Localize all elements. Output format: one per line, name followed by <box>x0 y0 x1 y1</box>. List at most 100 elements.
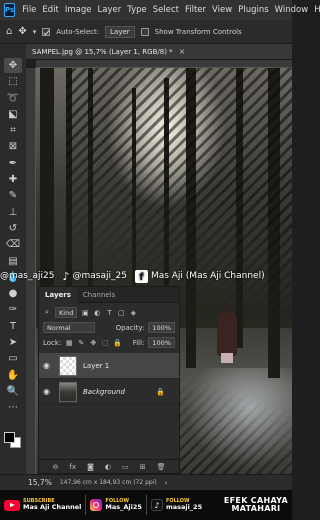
filter-kind-dropdown[interactable]: Kind <box>55 307 78 318</box>
layer-name: Background <box>83 387 125 396</box>
lock-transparent-icon[interactable]: ▦ <box>65 339 73 347</box>
layer-row-background[interactable]: ◉ Background 🔒 <box>39 379 179 405</box>
tiktok-account: masaji_25 <box>165 503 203 512</box>
lock-artboard-icon[interactable]: ⬚ <box>101 339 109 347</box>
tiktok-block: ♪ FOLLOW masaji_25 <box>150 498 203 512</box>
filter-pixel-icon[interactable]: ▣ <box>81 309 89 317</box>
group-icon[interactable]: ▭ <box>122 463 129 471</box>
tab-layers[interactable]: Layers <box>39 286 77 303</box>
fx-icon[interactable]: fx <box>69 463 76 471</box>
opacity-input[interactable]: 100% <box>148 322 175 333</box>
auto-select-label: Auto-Select: <box>56 27 100 36</box>
move-tool-icon[interactable]: ✥ <box>4 58 22 74</box>
document-size-info: 147,96 cm x 184,93 cm (72 ppi) <box>59 479 157 486</box>
menu-layer[interactable]: Layer <box>95 5 125 15</box>
lock-icon: 🔒 <box>156 387 165 396</box>
show-transform-label: Show Transform Controls <box>154 27 242 36</box>
youtube-channel: Mas Aji Channel <box>23 503 82 512</box>
menu-select[interactable]: Select <box>150 5 182 15</box>
spot-heal-tool-icon[interactable]: ✚ <box>4 172 22 187</box>
fill-input[interactable]: 100% <box>148 337 175 348</box>
lock-pixels-icon[interactable]: ✎ <box>77 339 85 347</box>
document-title: SAMPEL.jpg @ 15,7% (Layer 1, RGB/8) * <box>32 47 173 56</box>
zoom-level[interactable]: 15,7% <box>28 478 52 487</box>
crop-tool-icon[interactable]: ⌗ <box>4 123 22 138</box>
lock-all-icon[interactable]: 🔒 <box>113 339 122 347</box>
rectangle-tool-icon[interactable]: ▭ <box>4 351 22 366</box>
filter-shape-icon[interactable]: ▢ <box>117 309 125 317</box>
lock-label: Lock: <box>43 338 62 347</box>
photoshop-logo-icon: Ps <box>4 3 16 17</box>
menu-window[interactable]: Window <box>272 5 312 15</box>
eraser-tool-icon[interactable]: ⌫ <box>4 237 22 252</box>
menu-edit[interactable]: Edit <box>39 5 61 15</box>
social-overlay: @mas_aji25 ♪ @masaji_25 f Mas Aji (Mas A… <box>0 266 292 286</box>
frame-tool-icon[interactable]: ⊠ <box>4 139 22 154</box>
menu-plugins[interactable]: Plugins <box>235 5 271 15</box>
tiktok-icon: ♪ <box>150 499 163 511</box>
banner-divider <box>145 495 147 515</box>
move-tool-icon[interactable]: ✥ <box>18 26 26 37</box>
layers-panel: Layers Channels ⌕ Kind ▣ ◐ T ▢ ◈ Normal … <box>38 286 180 474</box>
layer-thumbnail <box>59 381 77 402</box>
menu-help[interactable]: Help <box>311 5 320 15</box>
instagram-icon <box>90 499 103 511</box>
status-menu-arrow[interactable]: › <box>165 479 168 487</box>
fill-label: Fill: <box>132 338 145 347</box>
dodge-tool-icon[interactable]: ● <box>4 286 22 301</box>
menu-file[interactable]: File <box>19 5 39 15</box>
menu-type[interactable]: Type <box>124 5 150 15</box>
mask-icon[interactable]: ◙ <box>87 463 94 471</box>
adjustment-icon[interactable]: ◐ <box>105 463 111 471</box>
horizontal-ruler <box>36 60 292 68</box>
facebook-handle-text: Mas Aji (Mas Aji Channel) <box>150 271 265 281</box>
layers-panel-tabs: Layers Channels <box>39 286 179 303</box>
chevron-down-icon[interactable]: ▾ <box>33 28 37 36</box>
layers-panel-footer: ⊖ fx ◙ ◐ ▭ ⊞ 🗑 <box>39 459 179 473</box>
object-select-tool-icon[interactable]: ⬕ <box>4 107 22 122</box>
menu-image[interactable]: Image <box>62 5 95 15</box>
tools-panel: ✥ ⬚ ➰ ⬕ ⌗ ⊠ ✒ ✚ ✎ ⊥ ↺ ⌫ ▤ 💧 ● ✑ T ➤ ▭ ✋ … <box>0 44 26 474</box>
status-bar: 15,7% 147,96 cm x 184,93 cm (72 ppi) › <box>0 474 292 490</box>
tiktok-handle-text: @masaji_25 <box>72 271 127 281</box>
link-icon[interactable]: ⊖ <box>53 463 59 471</box>
trash-icon[interactable]: 🗑 <box>157 463 166 471</box>
menu-filter[interactable]: Filter <box>182 5 209 15</box>
menu-view[interactable]: View <box>209 5 235 15</box>
blend-opacity-row: Normal Opacity: 100% <box>39 320 179 335</box>
path-select-tool-icon[interactable]: ➤ <box>4 335 22 350</box>
tiktok-handle: ♪ @masaji_25 <box>62 270 126 283</box>
youtube-block: SUBSCRIBE Mas Aji Channel <box>4 498 82 512</box>
show-transform-checkbox[interactable] <box>140 27 149 36</box>
foreground-color-swatch[interactable] <box>4 432 15 443</box>
lock-position-icon[interactable]: ✥ <box>89 339 97 347</box>
auto-select-dropdown[interactable]: Layer <box>105 25 135 38</box>
options-bar: ⌂ ✥ ▾ Auto-Select: Layer Show Transform … <box>0 20 292 44</box>
brush-tool-icon[interactable]: ✎ <box>4 188 22 203</box>
lasso-tool-icon[interactable]: ➰ <box>4 91 22 106</box>
banner-divider <box>85 495 87 515</box>
close-icon[interactable]: × <box>179 47 186 56</box>
type-tool-icon[interactable]: T <box>4 319 22 334</box>
filter-smart-icon[interactable]: ◈ <box>129 309 137 317</box>
more-tools-icon[interactable]: ⋯ <box>4 400 22 415</box>
eye-icon[interactable]: ◉ <box>43 361 53 370</box>
home-icon[interactable]: ⌂ <box>6 26 12 37</box>
document-tab[interactable]: SAMPEL.jpg @ 15,7% (Layer 1, RGB/8) * × <box>26 44 292 60</box>
new-layer-icon[interactable]: ⊞ <box>140 463 146 471</box>
blend-mode-dropdown[interactable]: Normal <box>43 322 95 333</box>
eyedropper-tool-icon[interactable]: ✒ <box>4 156 22 171</box>
artboard-tool-icon[interactable]: ⬚ <box>4 74 22 89</box>
pen-tool-icon[interactable]: ✑ <box>4 302 22 317</box>
auto-select-checkbox[interactable] <box>42 27 51 36</box>
hand-tool-icon[interactable]: ✋ <box>4 368 22 383</box>
zoom-tool-icon[interactable]: 🔍 <box>4 384 22 399</box>
filter-type-icon[interactable]: T <box>105 309 113 317</box>
layer-row-layer-1[interactable]: ◉ Layer 1 <box>39 353 179 379</box>
history-brush-tool-icon[interactable]: ↺ <box>4 221 22 236</box>
tab-channels[interactable]: Channels <box>77 287 121 303</box>
eye-icon[interactable]: ◉ <box>43 387 53 396</box>
filter-adjustment-icon[interactable]: ◐ <box>93 309 101 317</box>
clone-stamp-tool-icon[interactable]: ⊥ <box>4 205 22 220</box>
instagram-handle-text: @mas_aji25 <box>0 271 55 281</box>
